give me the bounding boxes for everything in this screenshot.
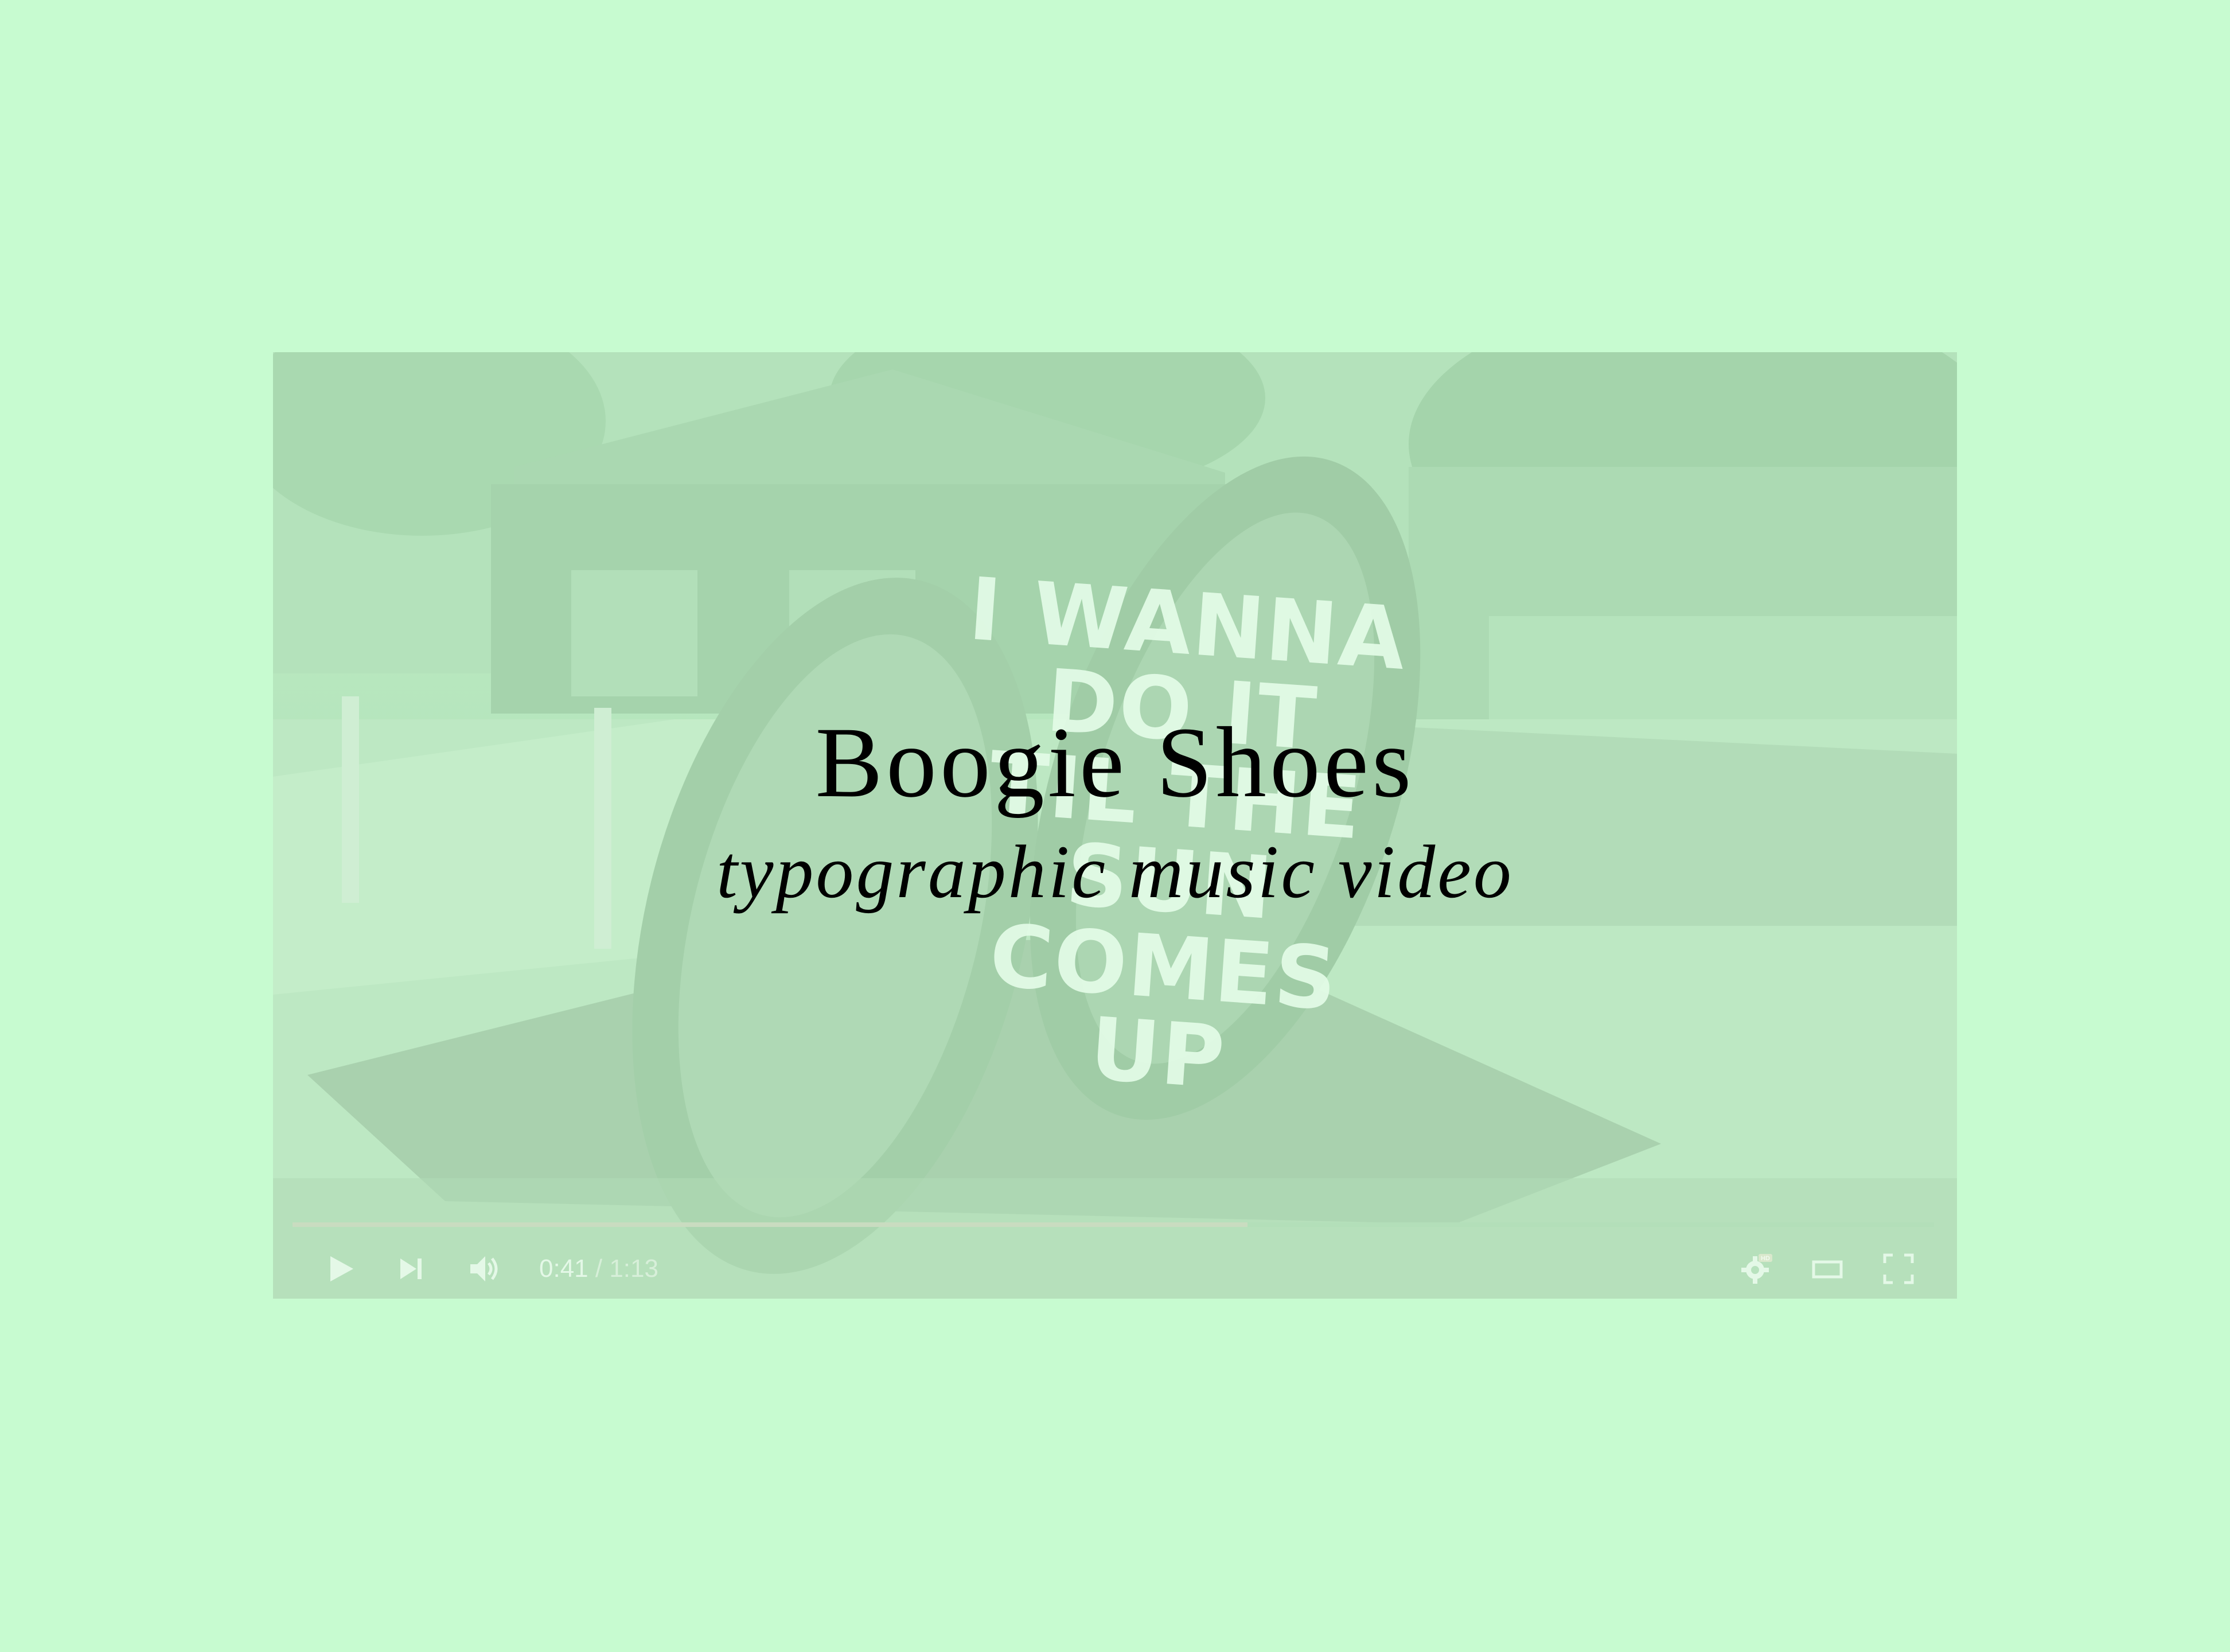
page: I WANNA DO IT TIL THE SUN COMES UP 0:41 … <box>0 0 2230 1652</box>
progress-bar[interactable] <box>293 1222 1934 1227</box>
page-title: Boogie Shoes <box>815 707 1415 819</box>
settings-button[interactable]: HD <box>1739 1252 1773 1286</box>
next-button[interactable] <box>393 1252 428 1286</box>
fullscreen-button[interactable] <box>1881 1252 1916 1286</box>
time-display: 0:41 / 1:13 <box>539 1253 658 1285</box>
time-separator: / <box>588 1254 610 1283</box>
fullscreen-icon <box>1883 1253 1914 1284</box>
progress-bar-played <box>293 1222 1248 1227</box>
title-overlay: Boogie Shoes typographic music video <box>0 706 2230 918</box>
page-subtitle: typographic music video <box>716 829 1514 914</box>
duration: 1:13 <box>609 1254 658 1283</box>
theater-mode-button[interactable] <box>1810 1252 1845 1286</box>
volume-icon <box>470 1256 498 1281</box>
settings-gear-icon: HD <box>1741 1254 1772 1284</box>
theater-mode-icon <box>1812 1260 1843 1279</box>
play-button[interactable] <box>323 1252 358 1286</box>
player-controls: 0:41 / 1:13 HD <box>273 1236 1957 1299</box>
volume-button[interactable] <box>467 1252 501 1286</box>
hd-badge: HD <box>1761 1255 1770 1262</box>
current-time: 0:41 <box>539 1254 588 1283</box>
play-icon <box>330 1256 353 1281</box>
next-track-icon <box>400 1259 422 1279</box>
